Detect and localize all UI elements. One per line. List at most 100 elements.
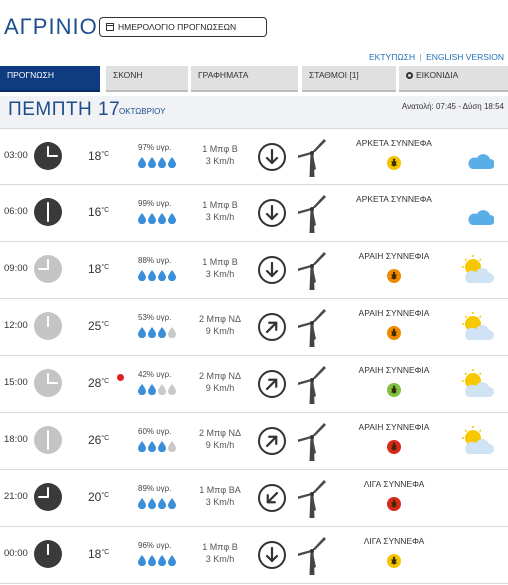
drop-full-icon: [148, 325, 156, 339]
clock-icon: [34, 312, 62, 340]
print-link[interactable]: ΕΚΤΥΠΩΣΗ: [369, 52, 415, 62]
temperature-value: 28: [88, 376, 102, 390]
weather-condition: ΛΙΓΑ ΣΥΝΝΕΦΑ: [363, 536, 425, 546]
wind-direction-arrow-icon: [258, 256, 286, 284]
temperature: 18°C: [88, 262, 109, 276]
temperature-unit: °C: [101, 492, 110, 499]
table-row: 03:00 18°C 97% υγρ. 1 Μπφ Β 3 Km/h ΑΡΚΕΤΑ ΣΥΝ…: [0, 128, 508, 185]
tab-label: ΣΚΟΝΗ: [113, 70, 143, 80]
table-row: 21:00 20°C 89% υγρ. 1 Μπφ ΒΑ 3 Km/h ΛΙΓΑ ΣΥΝΝ…: [0, 470, 508, 527]
wind-direction-arrow-icon: [258, 541, 286, 569]
gear-icon: [406, 72, 413, 79]
temperature-unit: °C: [101, 264, 110, 271]
row-time: 15:00: [4, 377, 28, 388]
wind-turbine-icon: [298, 195, 326, 233]
wind-force: 2 Μπφ ΝΔ: [199, 371, 241, 381]
temperature-unit: °C: [101, 151, 110, 158]
humidity: 88% υγρ.: [138, 256, 172, 265]
temperature-unit: °C: [101, 207, 110, 214]
table-row: 09:00 18°C 88% υγρ. 1 Μπφ Β 3 Km/h ΑΡΑΙΗ ΣΥΝΝ…: [0, 242, 508, 299]
row-time: 12:00: [4, 320, 28, 331]
wind-speed: 3 Km/h: [205, 269, 235, 279]
humidity: 99% υγρ.: [138, 199, 172, 208]
wind-info: 2 Μπφ ΝΔ 9 Km/h: [188, 370, 252, 394]
weather-condition: ΛΙΓΑ ΣΥΝΝΕΦΑ: [363, 479, 425, 489]
sun-cloud-icon: [458, 254, 494, 286]
calendar-icon: [106, 23, 114, 31]
forecast-calendar-button[interactable]: ΗΜΕΡΟΛΟΓΙΟ ΠΡΟΓΝΩΣΕΩΝ: [99, 17, 267, 37]
temperature-value: 18: [88, 149, 102, 163]
temperature-value: 16: [88, 205, 102, 219]
wind-direction-arrow-icon: [258, 484, 286, 512]
wind-speed: 9 Km/h: [205, 383, 235, 393]
drop-full-icon: [138, 382, 146, 396]
drop-full-icon: [158, 155, 166, 169]
humidity: 96% υγρ.: [138, 541, 172, 550]
wind-force: 1 Μπφ ΒΑ: [199, 485, 241, 495]
insect-risk-icon: [387, 269, 401, 283]
wind-turbine-icon: [298, 423, 326, 461]
row-time: 06:00: [4, 206, 28, 217]
drop-empty-icon: [168, 439, 176, 453]
city-title: ΑΓΡΙΝΙΟ: [4, 14, 98, 39]
wind-direction-arrow-icon: [258, 370, 286, 398]
clock-icon: [34, 142, 62, 170]
row-time: 03:00: [4, 150, 28, 161]
drop-full-icon: [168, 553, 176, 567]
sun-cloud-icon: [458, 425, 494, 457]
humidity-drops: [138, 325, 176, 339]
wind-info: 1 Μπφ ΒΑ 3 Km/h: [188, 484, 252, 508]
drop-full-icon: [158, 325, 166, 339]
temperature-unit: °C: [101, 378, 110, 385]
wind-turbine-icon: [298, 537, 326, 575]
clock-icon: [34, 426, 62, 454]
wind-force: 1 Μπφ Β: [202, 200, 238, 210]
humidity-drops: [138, 382, 176, 396]
wind-turbine-icon: [298, 139, 326, 177]
wind-turbine-icon: [298, 309, 326, 347]
weather-condition: ΑΡΑΙΗ ΣΥΝΝΕΦΙΑ: [358, 422, 430, 432]
drop-empty-icon: [168, 382, 176, 396]
drop-empty-icon: [158, 382, 166, 396]
clock-icon: [34, 483, 62, 511]
tab-stations[interactable]: ΣΤΑΘΜΟΙ [1]: [302, 66, 396, 92]
wind-info: 2 Μπφ ΝΔ 9 Km/h: [188, 427, 252, 451]
tab-forecast[interactable]: ΠΡΟΓΝΩΣΗ: [0, 66, 100, 92]
tab-label: ΕΙΚΟΝΙΔΙΑ: [416, 70, 459, 80]
drop-full-icon: [138, 439, 146, 453]
humidity: 53% υγρ.: [138, 313, 172, 322]
moon-cloud-icon: [458, 141, 495, 173]
row-time: 09:00: [4, 263, 28, 274]
drop-full-icon: [148, 268, 156, 282]
day-header: ΠΕΜΠΤΗ 17 ΟΚΤΩΒΡΙΟΥ Ανατολή: 07:45 - Δύσ…: [0, 96, 508, 128]
weather-condition: ΑΡΚΕΤΑ ΣΥΝΝΕΦΑ: [356, 194, 432, 204]
humidity: 60% υγρ.: [138, 427, 172, 436]
tab-dust[interactable]: ΣΚΟΝΗ: [106, 66, 188, 92]
humidity: 42% υγρ.: [138, 370, 172, 379]
drop-full-icon: [138, 211, 146, 225]
tab-bar: ΠΡΟΓΝΩΣΗ ΣΚΟΝΗ ΓΡΑΦΗΜΑΤΑ ΣΤΑΘΜΟΙ [1] ΕΙΚ…: [0, 66, 508, 92]
heat-warning-dot: [117, 374, 124, 381]
wind-force: 1 Μπφ Β: [202, 257, 238, 267]
moon-star-icon: [458, 482, 494, 514]
moon-cloud-icon: [458, 197, 495, 229]
tab-label: ΓΡΑΦΗΜΑΤΑ: [198, 70, 249, 80]
row-time: 21:00: [4, 491, 28, 502]
insect-risk-icon: [387, 156, 401, 170]
wind-info: 1 Μπφ Β 3 Km/h: [188, 541, 252, 565]
sun-cloud-icon: [458, 368, 494, 400]
wind-speed: 9 Km/h: [205, 326, 235, 336]
temperature: 18°C: [88, 149, 109, 163]
tab-graphs[interactable]: ΓΡΑΦΗΜΑΤΑ: [191, 66, 298, 92]
humidity-drops: [138, 155, 176, 169]
day-month: ΟΚΤΩΒΡΙΟΥ: [119, 107, 166, 116]
clock-icon: [34, 255, 62, 283]
temperature-unit: °C: [101, 549, 110, 556]
weather-condition: ΑΡΚΕΤΑ ΣΥΝΝΕΦΑ: [356, 138, 432, 148]
humidity: 97% υγρ.: [138, 143, 172, 152]
humidity-drops: [138, 211, 176, 225]
temperature-unit: °C: [101, 321, 110, 328]
tab-icons[interactable]: ΕΙΚΟΝΙΔΙΑ: [399, 66, 508, 92]
temperature: 25°C: [88, 319, 109, 333]
english-version-link[interactable]: ENGLISH VERSION: [426, 52, 504, 62]
